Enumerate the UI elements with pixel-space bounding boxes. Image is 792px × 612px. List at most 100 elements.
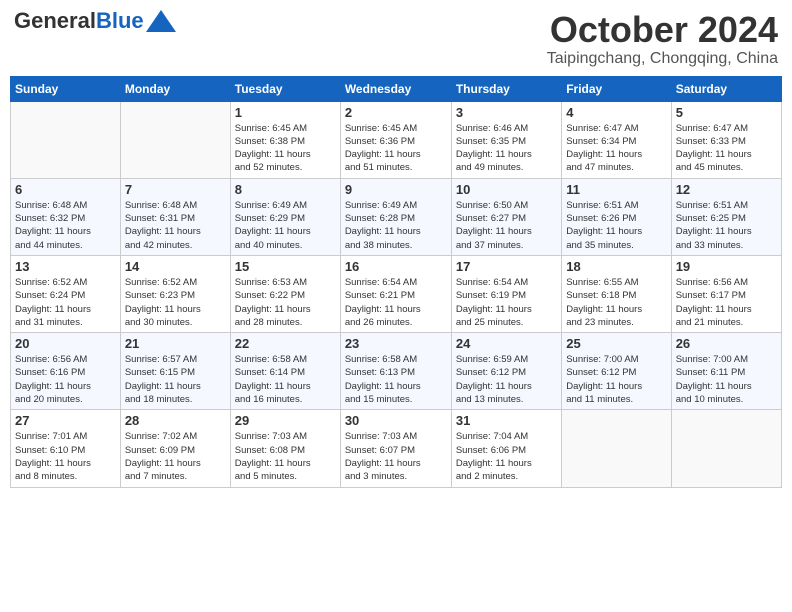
calendar-cell: 9 Sunrise: 6:49 AM Sunset: 6:28 PM Daylig…: [340, 178, 451, 255]
calendar-cell: 17 Sunrise: 6:54 AM Sunset: 6:19 PM Dayli…: [451, 255, 561, 332]
day-info: Sunrise: 6:56 AM Sunset: 6:17 PM Dayligh…: [676, 276, 777, 329]
column-header-saturday: Saturday: [671, 76, 781, 101]
day-number: 4: [566, 105, 666, 120]
day-number: 23: [345, 336, 447, 351]
day-info: Sunrise: 7:02 AM Sunset: 6:09 PM Dayligh…: [125, 430, 226, 483]
day-info: Sunrise: 7:04 AM Sunset: 6:06 PM Dayligh…: [456, 430, 557, 483]
location: Taipingchang, Chongqing, China: [547, 50, 778, 68]
day-info: Sunrise: 6:45 AM Sunset: 6:38 PM Dayligh…: [235, 122, 336, 175]
day-info: Sunrise: 6:59 AM Sunset: 6:12 PM Dayligh…: [456, 353, 557, 406]
calendar-cell: 22 Sunrise: 6:58 AM Sunset: 6:14 PM Dayli…: [230, 333, 340, 410]
day-number: 13: [15, 259, 116, 274]
day-info: Sunrise: 6:52 AM Sunset: 6:24 PM Dayligh…: [15, 276, 116, 329]
day-number: 5: [676, 105, 777, 120]
calendar-cell: [11, 101, 121, 178]
calendar-cell: 4Sunrise: 6:47 AM Sunset: 6:34 PM Daylig…: [562, 101, 671, 178]
day-number: 11: [566, 182, 666, 197]
day-info: Sunrise: 6:58 AM Sunset: 6:14 PM Dayligh…: [235, 353, 336, 406]
week-row-4: 20Sunrise: 6:56 AM Sunset: 6:16 PM Dayli…: [11, 333, 782, 410]
calendar-cell: 10 Sunrise: 6:50 AM Sunset: 6:27 PM Dayli…: [451, 178, 561, 255]
column-header-monday: Monday: [120, 76, 230, 101]
day-number: 21: [125, 336, 226, 351]
calendar-cell: 3Sunrise: 6:46 AM Sunset: 6:35 PM Daylig…: [451, 101, 561, 178]
calendar-cell: [671, 410, 781, 487]
day-number: 8: [235, 182, 336, 197]
day-number: 10: [456, 182, 557, 197]
calendar-cell: 28 Sunrise: 7:02 AM Sunset: 6:09 PM Dayli…: [120, 410, 230, 487]
day-number: 18: [566, 259, 666, 274]
calendar-cell: 16Sunrise: 6:54 AM Sunset: 6:21 PM Dayli…: [340, 255, 451, 332]
day-info: Sunrise: 6:55 AM Sunset: 6:18 PM Dayligh…: [566, 276, 666, 329]
week-row-2: 6Sunrise: 6:48 AM Sunset: 6:32 PM Daylig…: [11, 178, 782, 255]
calendar-cell: 31 Sunrise: 7:04 AM Sunset: 6:06 PM Dayli…: [451, 410, 561, 487]
calendar-cell: 21Sunrise: 6:57 AM Sunset: 6:15 PM Dayli…: [120, 333, 230, 410]
calendar-cell: 7 Sunrise: 6:48 AM Sunset: 6:31 PM Daylig…: [120, 178, 230, 255]
day-number: 25: [566, 336, 666, 351]
week-row-5: 27Sunrise: 7:01 AM Sunset: 6:10 PM Dayli…: [11, 410, 782, 487]
column-header-wednesday: Wednesday: [340, 76, 451, 101]
day-info: Sunrise: 6:47 AM Sunset: 6:33 PM Dayligh…: [676, 122, 777, 175]
logo-icon: [146, 10, 176, 32]
day-number: 27: [15, 413, 116, 428]
day-number: 20: [15, 336, 116, 351]
week-row-3: 13 Sunrise: 6:52 AM Sunset: 6:24 PM Dayli…: [11, 255, 782, 332]
day-info: Sunrise: 6:54 AM Sunset: 6:19 PM Dayligh…: [456, 276, 557, 329]
day-number: 2: [345, 105, 447, 120]
calendar-cell: 13 Sunrise: 6:52 AM Sunset: 6:24 PM Dayli…: [11, 255, 121, 332]
day-info: Sunrise: 6:51 AM Sunset: 6:26 PM Dayligh…: [566, 199, 666, 252]
day-info: Sunrise: 6:45 AM Sunset: 6:36 PM Dayligh…: [345, 122, 447, 175]
calendar-body: 1Sunrise: 6:45 AM Sunset: 6:38 PM Daylig…: [11, 101, 782, 487]
calendar-cell: 20Sunrise: 6:56 AM Sunset: 6:16 PM Dayli…: [11, 333, 121, 410]
day-info: Sunrise: 6:50 AM Sunset: 6:27 PM Dayligh…: [456, 199, 557, 252]
calendar-table: SundayMondayTuesdayWednesdayThursdayFrid…: [10, 76, 782, 488]
calendar-cell: 30 Sunrise: 7:03 AM Sunset: 6:07 PM Dayli…: [340, 410, 451, 487]
day-number: 15: [235, 259, 336, 274]
day-number: 29: [235, 413, 336, 428]
calendar-cell: 19 Sunrise: 6:56 AM Sunset: 6:17 PM Dayli…: [671, 255, 781, 332]
day-info: Sunrise: 6:49 AM Sunset: 6:29 PM Dayligh…: [235, 199, 336, 252]
day-info: Sunrise: 6:52 AM Sunset: 6:23 PM Dayligh…: [125, 276, 226, 329]
calendar-cell: 15 Sunrise: 6:53 AM Sunset: 6:22 PM Dayli…: [230, 255, 340, 332]
column-header-sunday: Sunday: [11, 76, 121, 101]
logo-text: GeneralBlue: [14, 10, 144, 32]
calendar-cell: 12Sunrise: 6:51 AM Sunset: 6:25 PM Dayli…: [671, 178, 781, 255]
day-info: Sunrise: 6:48 AM Sunset: 6:32 PM Dayligh…: [15, 199, 116, 252]
day-number: 7: [125, 182, 226, 197]
page-header: GeneralBlue October 2024 Taipingchang, C…: [10, 10, 782, 68]
day-number: 12: [676, 182, 777, 197]
calendar-cell: [562, 410, 671, 487]
calendar-cell: 5 Sunrise: 6:47 AM Sunset: 6:33 PM Daylig…: [671, 101, 781, 178]
calendar-cell: 24Sunrise: 6:59 AM Sunset: 6:12 PM Dayli…: [451, 333, 561, 410]
calendar-cell: 18 Sunrise: 6:55 AM Sunset: 6:18 PM Dayli…: [562, 255, 671, 332]
calendar-cell: 2 Sunrise: 6:45 AM Sunset: 6:36 PM Daylig…: [340, 101, 451, 178]
day-number: 26: [676, 336, 777, 351]
day-number: 31: [456, 413, 557, 428]
calendar-cell: 26 Sunrise: 7:00 AM Sunset: 6:11 PM Dayli…: [671, 333, 781, 410]
day-info: Sunrise: 6:53 AM Sunset: 6:22 PM Dayligh…: [235, 276, 336, 329]
calendar-cell: 23Sunrise: 6:58 AM Sunset: 6:13 PM Dayli…: [340, 333, 451, 410]
calendar-cell: 8 Sunrise: 6:49 AM Sunset: 6:29 PM Daylig…: [230, 178, 340, 255]
column-header-thursday: Thursday: [451, 76, 561, 101]
calendar-cell: 27Sunrise: 7:01 AM Sunset: 6:10 PM Dayli…: [11, 410, 121, 487]
calendar-cell: 1Sunrise: 6:45 AM Sunset: 6:38 PM Daylig…: [230, 101, 340, 178]
week-row-1: 1Sunrise: 6:45 AM Sunset: 6:38 PM Daylig…: [11, 101, 782, 178]
day-number: 16: [345, 259, 447, 274]
calendar-cell: 29 Sunrise: 7:03 AM Sunset: 6:08 PM Dayli…: [230, 410, 340, 487]
day-info: Sunrise: 7:00 AM Sunset: 6:11 PM Dayligh…: [676, 353, 777, 406]
day-info: Sunrise: 6:49 AM Sunset: 6:28 PM Dayligh…: [345, 199, 447, 252]
day-number: 22: [235, 336, 336, 351]
calendar-cell: 11 Sunrise: 6:51 AM Sunset: 6:26 PM Dayli…: [562, 178, 671, 255]
day-info: Sunrise: 6:48 AM Sunset: 6:31 PM Dayligh…: [125, 199, 226, 252]
day-number: 19: [676, 259, 777, 274]
day-number: 17: [456, 259, 557, 274]
calendar-cell: [120, 101, 230, 178]
title-block: October 2024 Taipingchang, Chongqing, Ch…: [547, 10, 778, 68]
day-number: 30: [345, 413, 447, 428]
day-info: Sunrise: 7:03 AM Sunset: 6:07 PM Dayligh…: [345, 430, 447, 483]
column-header-friday: Friday: [562, 76, 671, 101]
day-number: 28: [125, 413, 226, 428]
calendar-cell: 14Sunrise: 6:52 AM Sunset: 6:23 PM Dayli…: [120, 255, 230, 332]
day-info: Sunrise: 7:03 AM Sunset: 6:08 PM Dayligh…: [235, 430, 336, 483]
day-number: 9: [345, 182, 447, 197]
logo: GeneralBlue: [14, 10, 176, 32]
